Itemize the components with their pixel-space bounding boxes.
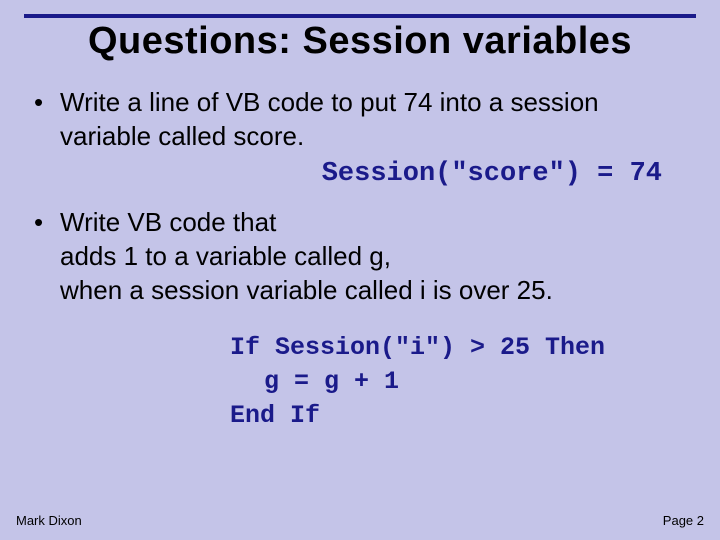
bullet-marker: •	[30, 85, 60, 119]
bullet-text-2: Write VB code that adds 1 to a variable …	[60, 205, 553, 307]
content-area: • Write a line of VB code to put 74 into…	[0, 63, 720, 433]
code-answer-2: If Session("i") > 25 Then g = g + 1 End …	[30, 331, 690, 433]
code-line: g = g + 1	[230, 365, 690, 399]
title-rule	[24, 14, 696, 18]
footer-author: Mark Dixon	[16, 513, 82, 528]
slide-title: Questions: Session variables	[0, 0, 720, 63]
code-line: End If	[230, 399, 690, 433]
footer-page: Page 2	[663, 513, 704, 528]
bullet-item: • Write a line of VB code to put 74 into…	[30, 85, 690, 153]
bullet-text-1: Write a line of VB code to put 74 into a…	[60, 85, 690, 153]
bullet-marker: •	[30, 205, 60, 239]
code-line: If Session("i") > 25 Then	[230, 331, 690, 365]
bullet-item: • Write VB code that adds 1 to a variabl…	[30, 205, 690, 307]
code-line-inner: g = g + 1	[230, 365, 399, 399]
code-answer-1: Session("score") = 74	[30, 159, 690, 189]
